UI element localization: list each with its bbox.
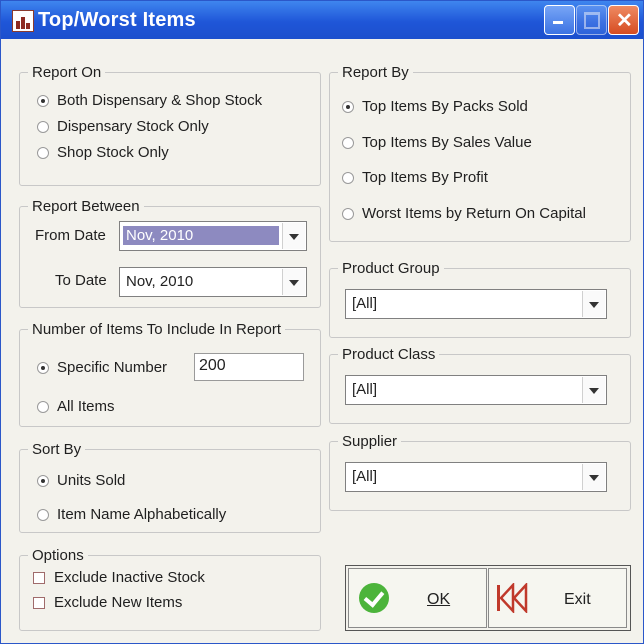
radio-units-sold[interactable]: Units Sold	[37, 472, 125, 489]
number-of-items-title: Number of Items To Include In Report	[28, 321, 286, 338]
supplier-value: [All]	[352, 468, 378, 485]
maximize-icon	[584, 12, 600, 29]
radio-icon	[37, 508, 49, 521]
option-label: Worst Items by Return On Capital	[362, 205, 586, 222]
product-class-select[interactable]: [All]	[345, 375, 607, 405]
exit-button[interactable]: Exit	[488, 568, 627, 628]
title-bar[interactable]: Top/Worst Items ✕	[1, 1, 643, 39]
radio-icon	[342, 171, 354, 184]
option-label: Top Items By Sales Value	[362, 134, 532, 151]
radio-dispensary-only[interactable]: Dispensary Stock Only	[37, 118, 209, 135]
checkbox-exclude-new[interactable]: Exclude New Items	[33, 594, 182, 611]
product-class-title: Product Class	[338, 346, 440, 363]
radio-icon	[37, 120, 49, 133]
option-label: Exclude Inactive Stock	[54, 569, 205, 586]
product-class-value: [All]	[352, 381, 378, 398]
radio-icon	[37, 400, 49, 413]
radio-sales-value[interactable]: Top Items By Sales Value	[342, 134, 532, 151]
to-date-label: To Date	[55, 272, 107, 289]
option-label: Shop Stock Only	[57, 144, 169, 161]
report-on-title: Report On	[28, 64, 106, 81]
from-date-label: From Date	[35, 227, 106, 244]
option-label: All Items	[57, 398, 115, 415]
app-icon	[12, 10, 34, 32]
report-by-title: Report By	[338, 64, 413, 81]
checkbox-exclude-inactive[interactable]: Exclude Inactive Stock	[33, 569, 205, 586]
option-label: Both Dispensary & Shop Stock	[57, 92, 263, 109]
radio-packs-sold[interactable]: Top Items By Packs Sold	[342, 98, 528, 115]
radio-both-stock[interactable]: Both Dispensary & Shop Stock	[37, 92, 262, 109]
close-icon: ✕	[616, 10, 633, 32]
product-group-title: Product Group	[338, 260, 444, 277]
ok-label: OK	[427, 591, 451, 608]
chevron-down-icon[interactable]	[282, 269, 305, 295]
minimize-button[interactable]	[544, 5, 575, 35]
option-label: Units Sold	[57, 472, 126, 489]
options-group: Options	[19, 547, 321, 631]
window-title: Top/Worst Items	[38, 9, 196, 31]
radio-item-name[interactable]: Item Name Alphabetically	[37, 506, 226, 523]
option-label: Specific Number	[57, 359, 168, 376]
option-label: Dispensary Stock Only	[57, 118, 209, 135]
report-between-title: Report Between	[28, 198, 144, 215]
radio-selected-icon	[342, 100, 354, 113]
radio-specific-number[interactable]: Specific Number	[37, 359, 167, 376]
from-date-select[interactable]: Nov, 2010	[119, 221, 307, 251]
from-date-value: Nov, 2010	[123, 226, 279, 245]
options-title: Options	[28, 547, 88, 564]
radio-icon	[37, 146, 49, 159]
chevron-down-icon[interactable]	[282, 223, 305, 249]
to-date-value: Nov, 2010	[126, 273, 194, 290]
radio-icon	[342, 136, 354, 149]
supplier-select[interactable]: [All]	[345, 462, 607, 492]
top-worst-items-window: Top/Worst Items ✕ Report On Both Dispens…	[0, 0, 644, 644]
chevron-down-icon[interactable]	[582, 291, 605, 317]
radio-all-items[interactable]: All Items	[37, 398, 115, 415]
radio-selected-icon	[37, 474, 49, 487]
radio-shop-only[interactable]: Shop Stock Only	[37, 144, 169, 161]
option-label: Top Items By Profit	[362, 169, 488, 186]
close-button[interactable]: ✕	[608, 5, 639, 35]
option-label: Item Name Alphabetically	[57, 506, 227, 523]
radio-selected-icon	[37, 361, 49, 374]
option-label: Top Items By Packs Sold	[362, 98, 528, 115]
product-group-select[interactable]: [All]	[345, 289, 607, 319]
checkbox-icon	[33, 571, 45, 584]
action-button-panel: OK Exit	[345, 565, 631, 631]
product-group-value: [All]	[352, 295, 378, 312]
chevron-down-icon[interactable]	[582, 464, 605, 490]
to-date-select[interactable]: Nov, 2010	[119, 267, 307, 297]
minimize-icon	[553, 21, 563, 24]
radio-icon	[342, 207, 354, 220]
radio-selected-icon	[37, 94, 49, 107]
radio-profit[interactable]: Top Items By Profit	[342, 169, 488, 186]
sort-by-title: Sort By	[28, 441, 86, 458]
rewind-exit-icon	[497, 583, 528, 613]
exit-label: Exit	[564, 591, 591, 608]
check-icon	[359, 583, 389, 613]
option-label: Exclude New Items	[54, 594, 183, 611]
radio-return-on-capital[interactable]: Worst Items by Return On Capital	[342, 205, 586, 222]
specific-number-input[interactable]: 200	[194, 353, 304, 381]
ok-button[interactable]: OK	[348, 568, 487, 628]
supplier-title: Supplier	[338, 433, 402, 450]
maximize-button[interactable]	[576, 5, 607, 35]
checkbox-icon	[33, 596, 45, 609]
chevron-down-icon[interactable]	[582, 377, 605, 403]
